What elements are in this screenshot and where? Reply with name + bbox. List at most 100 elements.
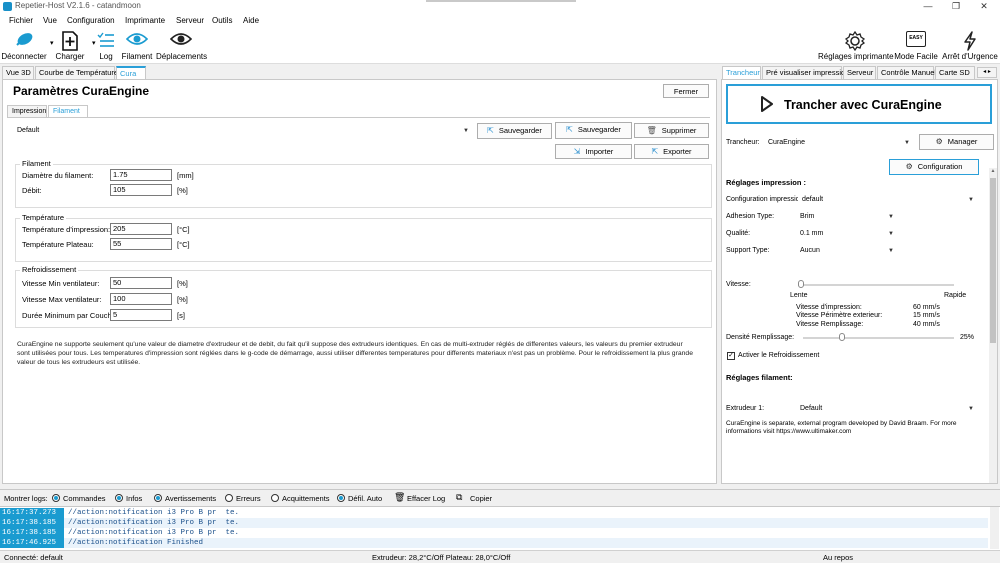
save-as-button[interactable]: ⇱ Sauvegarder — [555, 122, 632, 139]
commands-toggle[interactable] — [52, 494, 60, 502]
speed-label: Vitesse: — [726, 281, 751, 288]
acks-label: Acquittements — [282, 494, 330, 503]
log-scrollbar[interactable] — [990, 507, 999, 549]
plug-icon — [16, 33, 33, 46]
tab-preview[interactable]: Pré visualiser impression — [762, 66, 849, 79]
tab-server[interactable]: Serveur — [843, 66, 876, 79]
profile-select[interactable]: Default ▼ — [13, 125, 473, 136]
chevron-down-icon: ▼ — [968, 197, 974, 203]
log-row: 16:17:46.925 //action:notification Finis… — [0, 538, 988, 548]
diameter-label: Diamètre du filament: — [22, 171, 94, 180]
load-button[interactable]: ▾ Charger — [50, 29, 90, 63]
acks-toggle[interactable] — [271, 494, 279, 502]
export-button[interactable]: ⇱ Exporter — [634, 144, 709, 159]
print-config-label: Configuration impression: — [726, 196, 806, 203]
cura-info-text: CuraEngine is separate, external program… — [726, 420, 957, 435]
printer-state: Au repos — [823, 553, 854, 562]
cooling-checkbox[interactable]: ✓ — [727, 352, 735, 360]
tab-sd-card[interactable]: Carte SD — [935, 66, 975, 79]
show-logs-label: Montrer logs: — [4, 494, 48, 503]
density-slider-knob[interactable] — [839, 333, 846, 341]
slicer-select[interactable]: CuraEngine ▼ — [764, 137, 914, 148]
menu-server[interactable]: Serveur — [176, 16, 204, 25]
log-time: 16:17:46.925 — [0, 538, 64, 548]
menu-configuration[interactable]: Configuration — [67, 16, 115, 25]
infill-speed-label: Vitesse Remplissage: — [796, 321, 864, 328]
quality-select[interactable]: 0.1 mm ▼ — [796, 228, 898, 239]
diameter-input[interactable]: 1.75 — [110, 169, 172, 181]
min-layer-input[interactable]: 5 — [110, 309, 172, 321]
tab-slicer[interactable]: Trancheur — [722, 66, 761, 79]
scrollbar-thumb[interactable] — [990, 178, 996, 343]
menu-file[interactable]: Fichier — [9, 16, 33, 25]
gear-icon: ⚙ — [905, 162, 913, 171]
save-button[interactable]: ⇱ Sauvegarder — [477, 123, 552, 139]
import-button[interactable]: ⇲ Importer — [555, 144, 632, 159]
print-temp-input[interactable]: 205 — [110, 223, 172, 235]
chevron-down-icon: ▼ — [888, 248, 894, 254]
moves-button[interactable]: Déplacements — [156, 29, 207, 63]
autoscroll-label: Défil. Auto — [348, 494, 383, 503]
support-select[interactable]: Aucun ▼ — [796, 245, 898, 256]
list-icon — [97, 32, 114, 47]
bed-temp-input[interactable]: 55 — [110, 238, 172, 250]
log-button[interactable]: ▾ Log — [92, 29, 120, 63]
configuration-button[interactable]: ⚙ Configuration — [889, 159, 979, 175]
delete-button[interactable]: 🗑 Supprimer — [634, 123, 709, 138]
speed-slider-knob[interactable] — [798, 280, 804, 288]
adhesion-select[interactable]: Brim ▼ — [796, 211, 898, 222]
temperature-group: Température Température d'impression: 20… — [15, 213, 712, 262]
menu-help[interactable]: Aide — [243, 16, 259, 25]
slice-button[interactable]: Trancher avec CuraEngine — [726, 84, 992, 124]
export-arrow-icon: ⇱ — [487, 126, 494, 135]
autoscroll-toggle[interactable] — [337, 494, 345, 502]
tab-print[interactable]: Impression — [7, 105, 47, 117]
eye-icon — [126, 33, 148, 45]
tab-manual-control[interactable]: Contrôle Manuel — [877, 66, 936, 79]
slicer-scrollbar[interactable]: ▲ — [989, 168, 997, 483]
filament-group: Filament Diamètre du filament: 1.75 [mm]… — [15, 159, 712, 208]
extruder-label: Extrudeur 1: — [726, 405, 765, 412]
add-file-icon — [62, 31, 78, 51]
maximize-button[interactable]: ❐ — [942, 0, 970, 13]
flow-input[interactable]: 105 — [110, 184, 172, 196]
filament-button[interactable]: Filament — [120, 29, 154, 63]
manager-button[interactable]: ⚙ Manager — [919, 134, 994, 150]
extruder-select[interactable]: Default ▼ — [796, 403, 978, 414]
menu-printer[interactable]: Imprimante — [125, 16, 165, 25]
close-button[interactable]: Fermer — [663, 84, 709, 98]
log-row: 16:17:38.185 //action:notification i3 Pr… — [0, 528, 988, 538]
minimize-button[interactable]: — — [914, 0, 942, 13]
copy-icon: ⧉ — [456, 492, 463, 502]
close-window-button[interactable]: ✕ — [970, 0, 998, 13]
print-temp-label: Température d'impression: — [22, 225, 111, 234]
eye-icon — [170, 33, 192, 45]
tab-3d-view[interactable]: Vue 3D — [2, 66, 34, 79]
import-icon: ⇲ — [573, 147, 581, 156]
copy-button[interactable]: Copier — [470, 494, 492, 503]
filament-settings-heading: Réglages filament: — [726, 373, 793, 382]
tab-temperature-curve[interactable]: Courbe de Température — [35, 66, 118, 79]
bed-temp-label: Température Plateau: — [22, 240, 94, 249]
slicer-panel: Trancher avec CuraEngine Trancheur: Cura… — [721, 79, 998, 484]
clear-log-button[interactable]: Effacer Log — [407, 494, 445, 503]
cooling-group: Refroidissement Vitesse Min ventilateur:… — [15, 265, 712, 328]
easy-mode-button[interactable]: EASY Mode Facile — [894, 29, 938, 63]
menu-view[interactable]: Vue — [43, 16, 57, 25]
errors-toggle[interactable] — [225, 494, 233, 502]
fan-min-input[interactable]: 50 — [110, 277, 172, 289]
tab-cura[interactable]: Cura — [116, 66, 146, 79]
quality-label: Qualité: — [726, 230, 751, 237]
disconnect-button[interactable]: Déconnecter — [0, 29, 48, 63]
gear-icon — [845, 31, 865, 51]
fan-max-input[interactable]: 100 — [110, 293, 172, 305]
warnings-toggle[interactable] — [154, 494, 162, 502]
tab-filament[interactable]: Filament — [48, 105, 88, 117]
menu-tools[interactable]: Outils — [212, 16, 232, 25]
emergency-stop-button[interactable]: Arrêt d'Urgence — [940, 29, 1000, 63]
infos-toggle[interactable] — [115, 494, 123, 502]
tab-scroll-arrows[interactable]: ◂ ▸ — [977, 67, 997, 78]
title-accent-line — [426, 0, 576, 2]
print-config-select[interactable]: default ▼ — [798, 194, 978, 205]
printer-settings-button[interactable]: Réglages imprimante — [818, 29, 894, 63]
